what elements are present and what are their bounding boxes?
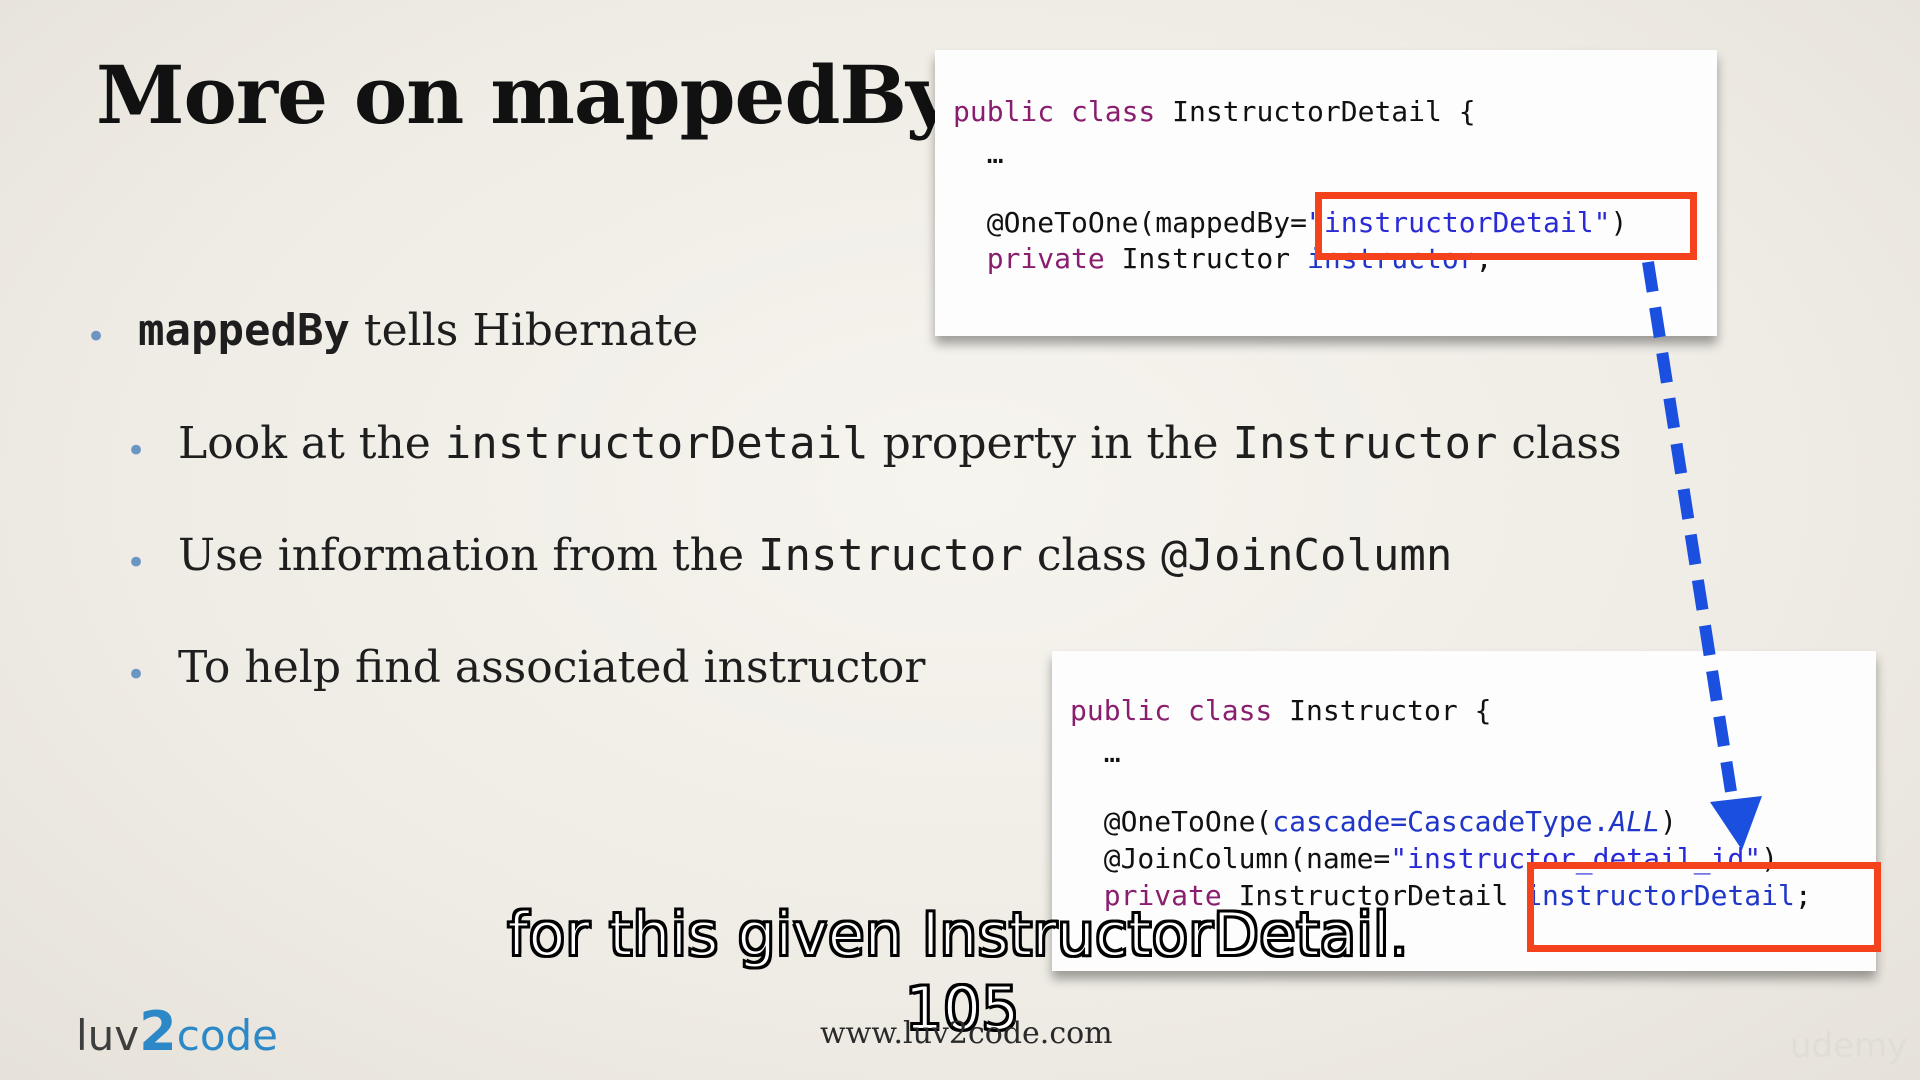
subtitle-caption: for this given InstructorDetail. — [506, 899, 1409, 971]
arrow-head — [1710, 796, 1762, 850]
luv2code-logo: luv2code — [76, 1000, 279, 1063]
arrow-shaft — [1642, 261, 1738, 799]
site-url: www.luv2code.com — [820, 1016, 1113, 1051]
highlight-mappedby-value — [1315, 192, 1697, 260]
udemy-watermark: udemy — [1790, 1026, 1908, 1066]
